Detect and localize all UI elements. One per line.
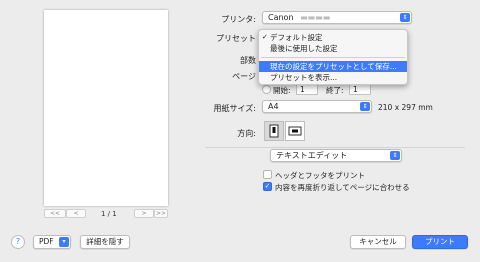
pages-label: ページ xyxy=(232,72,256,81)
header-footer-checkbox[interactable] xyxy=(263,170,272,179)
chevron-updown-icon: ⇕ xyxy=(390,151,400,160)
previous-page-button[interactable]: < xyxy=(66,209,86,218)
pages-start-field[interactable]: 1 xyxy=(296,84,318,95)
portrait-button[interactable] xyxy=(264,121,284,141)
portrait-icon xyxy=(269,124,279,138)
chevron-down-icon: ▾ xyxy=(59,237,69,247)
printer-popup[interactable]: Canon ▬▬▬▬ ⇕ xyxy=(262,11,412,24)
pdf-menu-button[interactable]: PDF ▾ xyxy=(33,235,71,249)
preset-label: プリセット xyxy=(216,34,256,43)
landscape-button[interactable] xyxy=(285,121,305,141)
menu-separator xyxy=(261,57,405,58)
app-section-popup[interactable]: テキストエディット ⇕ xyxy=(270,149,402,162)
paper-size-value: A4 xyxy=(268,102,279,111)
print-button[interactable]: プリント xyxy=(412,235,468,249)
preset-menu: ✓ デフォルト設定 最後に使用した設定 現在の設定をプリセットとして保存... … xyxy=(258,29,408,85)
paper-size-popup[interactable]: A4 ⇕ xyxy=(262,100,372,113)
cancel-button[interactable]: キャンセル xyxy=(350,235,406,249)
first-page-button[interactable]: << xyxy=(44,209,66,218)
copies-label: 部数 xyxy=(240,56,256,65)
chevron-updown-icon: ⇕ xyxy=(360,102,370,111)
printer-label: プリンタ: xyxy=(221,15,256,24)
pages-range-radio[interactable] xyxy=(262,85,271,94)
printer-model-redacted: ▬▬▬▬ xyxy=(300,13,331,22)
menu-item-show-presets[interactable]: プリセットを表示... xyxy=(259,72,407,83)
rewrap-checkbox[interactable]: ✓ xyxy=(263,182,272,191)
pages-start-label: 開始: xyxy=(273,86,291,95)
app-section-value: テキストエディット xyxy=(276,151,348,160)
menu-item-label: プリセットを表示... xyxy=(270,73,338,82)
menu-item-label: 最後に使用した設定 xyxy=(270,44,338,53)
paper-dimensions: 210 x 297 mm xyxy=(378,103,433,112)
pdf-label: PDF xyxy=(39,237,54,246)
menu-item-label: デフォルト設定 xyxy=(270,33,323,42)
menu-item-default-settings[interactable]: ✓ デフォルト設定 xyxy=(259,32,407,43)
page-indicator: 1 / 1 xyxy=(101,210,117,218)
paper-size-label: 用紙サイズ: xyxy=(213,104,256,113)
menu-item-save-preset[interactable]: 現在の設定をプリセットとして保存... xyxy=(259,61,407,72)
printer-value: Canon xyxy=(268,13,294,22)
landscape-icon xyxy=(288,126,302,136)
orientation-label: 方向: xyxy=(237,129,256,138)
header-footer-label: ヘッダとフッタをプリント xyxy=(275,171,365,180)
pages-end-field[interactable]: 1 xyxy=(349,84,371,95)
menu-item-last-used[interactable]: 最後に使用した設定 xyxy=(259,43,407,54)
pages-end-label: 終了: xyxy=(326,86,344,95)
menu-item-label: 現在の設定をプリセットとして保存... xyxy=(270,62,397,71)
next-page-button[interactable]: > xyxy=(134,209,154,218)
last-page-button[interactable]: >> xyxy=(154,209,168,218)
page-preview xyxy=(44,10,168,206)
hide-details-button[interactable]: 詳細を隠す xyxy=(80,235,130,249)
checkmark-icon: ✓ xyxy=(262,33,268,41)
section-divider xyxy=(205,147,465,148)
rewrap-label: 内容を再度折り返してページに合わせる xyxy=(275,183,410,192)
chevron-updown-icon: ⇕ xyxy=(400,13,410,22)
help-button[interactable]: ? xyxy=(11,235,25,249)
